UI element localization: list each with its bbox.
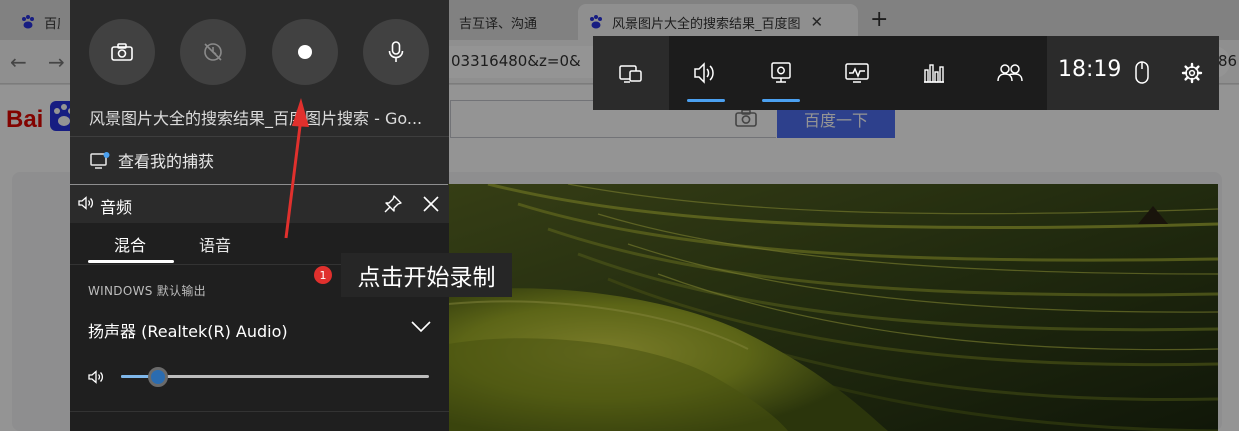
default-output-label: WINDOWS 默认输出: [88, 284, 206, 298]
instruction-callout: 点击开始录制: [341, 253, 512, 297]
show-captures-label: 查看我的捕获: [118, 152, 215, 171]
record-last-icon: [204, 43, 222, 61]
audio-widget: 音频 混合 语音 WINDOWS 默认输出 扬声器 (Realtek(R) Au…: [70, 185, 449, 431]
divider: [70, 411, 449, 412]
close-icon[interactable]: [421, 194, 441, 214]
record-last-button[interactable]: [180, 19, 246, 85]
speaker-icon: [78, 196, 94, 210]
divider: [70, 136, 449, 137]
volume-icon[interactable]: [88, 369, 106, 385]
social-icon[interactable]: [996, 60, 1024, 86]
show-captures-link[interactable]: 查看我的捕获: [90, 148, 214, 172]
mouse-icon[interactable]: [1134, 60, 1150, 86]
start-recording-button[interactable]: [272, 19, 338, 85]
capture-active-indicator: [762, 99, 800, 102]
selected-tab-indicator: [88, 260, 174, 263]
microphone-icon: [388, 41, 404, 62]
audio-active-indicator: [687, 99, 725, 102]
gear-icon[interactable]: [1181, 60, 1203, 86]
captured-window-title: 风景图片大全的搜索结果_百度图片搜索 - Go...: [89, 109, 423, 128]
clock: 18:19: [1058, 57, 1122, 82]
performance-icon[interactable]: [844, 60, 870, 86]
microphone-button[interactable]: [363, 19, 429, 85]
game-bar: 18:19: [593, 36, 1219, 110]
capture-widget: 风景图片大全的搜索结果_百度图片搜索 - Go... 查看我的捕获: [70, 0, 449, 184]
gallery-icon: [90, 152, 110, 169]
tab-voice[interactable]: 语音: [199, 232, 231, 256]
volume-slider-thumb[interactable]: [147, 367, 168, 387]
step-number-badge: 1: [314, 266, 332, 284]
record-icon: [298, 45, 312, 59]
pin-icon[interactable]: [383, 194, 403, 214]
resources-icon[interactable]: [921, 60, 947, 86]
widget-menu-icon: [619, 65, 642, 83]
audio-widget-title: 音频: [100, 198, 133, 217]
output-device-select[interactable]: 扬声器 (Realtek(R) Audio): [88, 318, 288, 342]
capture-icon[interactable]: [768, 60, 794, 86]
screenshot-button[interactable]: [89, 19, 155, 85]
audio-icon[interactable]: [692, 60, 718, 86]
chevron-down-icon[interactable]: [411, 321, 431, 333]
tab-mix[interactable]: 混合: [114, 232, 146, 256]
camera-icon: [111, 43, 133, 61]
